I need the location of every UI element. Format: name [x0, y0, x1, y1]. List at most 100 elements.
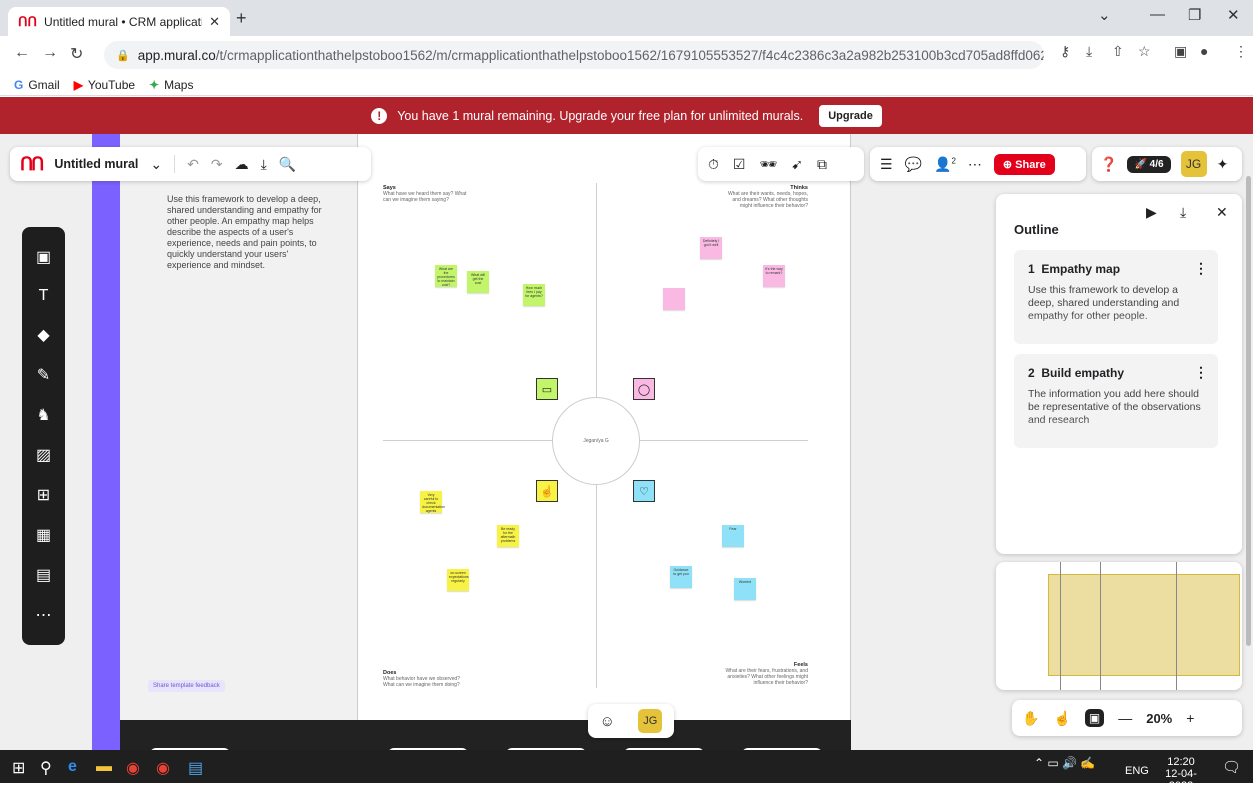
- select-icon[interactable]: ☝: [1053, 710, 1070, 727]
- share-page-icon[interactable]: ⇧: [1112, 43, 1124, 60]
- laser-pointer-icon[interactable]: ➹: [791, 156, 803, 173]
- vertical-scrollbar[interactable]: [1246, 176, 1251, 646]
- members-icon[interactable]: 👤2: [934, 156, 956, 173]
- chrome-icon[interactable]: ◉: [126, 758, 140, 778]
- back-icon[interactable]: ←: [14, 44, 30, 62]
- file-explorer-icon[interactable]: ▬: [96, 758, 112, 776]
- reload-icon[interactable]: ↻: [70, 44, 83, 64]
- sticky-note[interactable]: What are the procedures to maintain cost…: [435, 265, 457, 287]
- mural-logo-icon[interactable]: ՈՈ: [20, 154, 44, 175]
- onboarding-progress[interactable]: 🚀 4/6: [1127, 155, 1171, 173]
- sticky-note[interactable]: It's the way to remark?: [763, 265, 785, 287]
- sticky-note-tool-icon[interactable]: ▣: [36, 247, 51, 267]
- bookmark-gmail[interactable]: G Gmail: [14, 78, 60, 92]
- frameworks-tool-icon[interactable]: ⊞: [37, 485, 50, 505]
- outline-item[interactable]: 2 Build empathy The information you add …: [1014, 354, 1218, 448]
- zoom-level[interactable]: 20%: [1146, 711, 1172, 726]
- sidepanel-icon[interactable]: ▣: [1174, 43, 1187, 60]
- install-icon[interactable]: ⤓: [1086, 43, 1092, 60]
- voting-icon[interactable]: ☑: [733, 156, 746, 173]
- image-tool-icon[interactable]: ▨: [36, 445, 51, 465]
- sticky-note[interactable]: Fear: [722, 525, 744, 547]
- outline-summon-icon[interactable]: ⧉: [817, 156, 827, 173]
- bookmark-youtube[interactable]: ▶ YouTube: [74, 78, 135, 92]
- minimap-viewport[interactable]: [1048, 574, 1240, 676]
- private-mode-icon[interactable]: 🕶: [759, 156, 777, 173]
- draw-tool-icon[interactable]: ✎: [37, 365, 50, 385]
- outline-item[interactable]: 1 Empathy map Use this framework to deve…: [1014, 250, 1218, 344]
- bookmark-maps[interactable]: ✦ Maps: [149, 78, 193, 92]
- notifications-icon[interactable]: 🗨: [1222, 758, 1241, 776]
- share-button[interactable]: ⊕ Share: [993, 153, 1055, 175]
- templates-tool-icon[interactable]: ♞: [36, 405, 50, 425]
- tray-icons[interactable]: ⌃ ▭ 🔊 ✍: [1034, 756, 1095, 770]
- address-bar[interactable]: 🔒 app.mural.co/t/crmapplicationthathelps…: [104, 41, 1044, 69]
- new-tab-button[interactable]: +: [236, 8, 247, 29]
- bookmark-star-icon[interactable]: ☆: [1138, 43, 1151, 60]
- more-icon[interactable]: ⋯: [968, 156, 982, 173]
- sticky-note[interactable]: [663, 288, 685, 310]
- edge-icon[interactable]: e: [68, 758, 77, 776]
- persona-circle[interactable]: Jegan/ya G: [552, 397, 640, 485]
- sticky-note[interactable]: on-screen expectations regularly: [447, 569, 469, 591]
- sticky-note[interactable]: Guidance to get you: [670, 566, 692, 588]
- key-icon[interactable]: ⚷: [1060, 43, 1070, 60]
- timer-icon[interactable]: ⏱: [708, 156, 719, 173]
- archive-tool-icon[interactable]: ▤: [36, 565, 51, 585]
- comments-icon[interactable]: 💬: [905, 156, 922, 173]
- more-vertical-icon[interactable]: ⋮: [1194, 364, 1208, 381]
- pan-hand-icon[interactable]: ✋: [1022, 710, 1039, 727]
- forward-icon[interactable]: →: [42, 44, 58, 62]
- language-indicator[interactable]: ENG: [1125, 765, 1149, 777]
- sticky-note[interactable]: What will get the cost: [467, 271, 489, 293]
- outline-icon[interactable]: ☰: [880, 156, 893, 173]
- tab-search-icon[interactable]: ⌄: [1098, 6, 1111, 24]
- sparkle-icon[interactable]: ✦: [1217, 156, 1229, 173]
- sticky-note[interactable]: Be ready for the aftermath problems: [497, 525, 519, 547]
- zoom-in-button[interactable]: +: [1186, 710, 1194, 726]
- more-tools-icon[interactable]: ⋯: [36, 605, 52, 625]
- tab-close-icon[interactable]: ✕: [209, 14, 220, 30]
- bookmarks-bar: G Gmail ▶ YouTube ✦ Maps: [0, 74, 1253, 96]
- text-tool-icon[interactable]: T: [39, 287, 49, 305]
- minimap-toggle-icon[interactable]: ▣: [1084, 709, 1105, 727]
- restore-button[interactable]: ❐: [1188, 6, 1201, 24]
- user-avatar[interactable]: JG: [1180, 151, 1207, 177]
- zoom-out-button[interactable]: —: [1118, 710, 1132, 726]
- search-icon[interactable]: 🔍: [279, 156, 296, 173]
- help-icon[interactable]: ❓: [1100, 156, 1117, 173]
- close-window-button[interactable]: ✕: [1227, 6, 1240, 24]
- export-icon[interactable]: ⤓: [261, 156, 267, 173]
- app-icon[interactable]: ▤: [188, 758, 203, 778]
- chrome-profile-icon[interactable]: ◉: [156, 758, 170, 778]
- shapes-tool-icon[interactable]: ◆: [37, 325, 49, 345]
- cloud-saved-icon[interactable]: ☁: [235, 156, 249, 173]
- close-icon[interactable]: ✕: [1216, 204, 1228, 221]
- windows-start-icon[interactable]: ⊞: [12, 758, 25, 778]
- present-icon[interactable]: ▶: [1146, 204, 1157, 221]
- upgrade-button[interactable]: Upgrade: [819, 104, 882, 127]
- chevron-down-icon[interactable]: ⌄: [150, 156, 162, 173]
- sticky-note[interactable]: Worried: [734, 578, 756, 600]
- emoji-reaction-icon[interactable]: ☺: [600, 713, 615, 730]
- mural-title[interactable]: Untitled mural: [54, 157, 138, 171]
- minimize-button[interactable]: —: [1150, 6, 1165, 23]
- share-feedback-button[interactable]: Share template feedback: [148, 680, 225, 692]
- more-vertical-icon[interactable]: ⋮: [1194, 260, 1208, 277]
- download-icon[interactable]: ⤓: [1180, 204, 1186, 221]
- clock[interactable]: 12:20 12-04-2023: [1158, 756, 1204, 792]
- minimap[interactable]: [996, 562, 1242, 690]
- search-icon[interactable]: ⚲: [40, 758, 52, 778]
- redo-icon[interactable]: ↷: [211, 156, 223, 173]
- browser-tab[interactable]: ՈՈ Untitled mural • CRM application ✕: [8, 7, 230, 36]
- sticky-note[interactable]: Very careful to check documentation agen…: [420, 491, 445, 513]
- undo-icon[interactable]: ↶: [187, 156, 199, 173]
- table-tool-icon[interactable]: ▦: [36, 525, 51, 545]
- sticky-note[interactable]: How much fees I pay for agents?: [523, 284, 545, 306]
- user-avatar-small[interactable]: JG: [638, 709, 663, 733]
- outline-item-title: Build empathy: [1041, 366, 1125, 380]
- sticky-note[interactable]: Definitely I got it well: [700, 237, 722, 259]
- menu-icon[interactable]: ⋮: [1234, 43, 1248, 60]
- profile-icon[interactable]: ●: [1200, 43, 1208, 59]
- thinks-text: What are their wants, needs, hopes, and …: [727, 191, 808, 209]
